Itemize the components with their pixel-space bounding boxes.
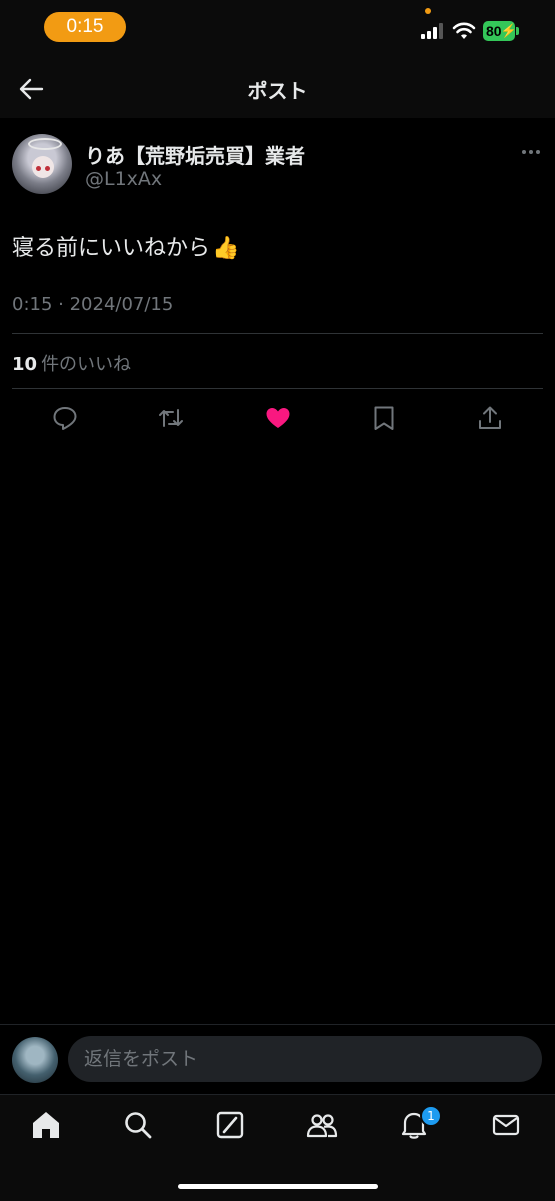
messages-icon [492,1114,520,1136]
author-handle[interactable]: @L1xAx [85,168,162,190]
post-body: 寝る前にいいねから [12,236,211,261]
nav-grok[interactable] [214,1109,246,1141]
author-display-name[interactable]: りあ【荒野垢売買】業者 [85,140,305,169]
header: ポスト [0,58,555,118]
battery-cap [516,27,519,35]
my-avatar[interactable] [12,1037,58,1083]
home-indicator[interactable] [178,1184,378,1189]
reply-icon [53,407,77,430]
search-icon [125,1112,152,1139]
post-timestamp[interactable]: 0:15 · 2024/07/15 [12,294,173,315]
likes-label: 件のいいね [41,354,132,375]
nav-home[interactable] [30,1109,62,1141]
privacy-indicator-dot [425,8,431,14]
like-button[interactable] [264,404,292,432]
author-avatar[interactable] [12,134,72,194]
reply-button[interactable] [51,404,79,432]
charging-icon: ⚡ [500,23,517,38]
nav-communities[interactable] [306,1109,338,1141]
repost-icon [159,409,183,427]
repost-button[interactable] [157,404,185,432]
status-time[interactable]: 0:15 [44,12,126,42]
like-icon [266,408,290,428]
battery-level: 80 [486,23,502,39]
post-text: 寝る前にいいねから👍 [12,230,239,262]
home-icon [33,1112,59,1138]
grok-icon [216,1111,244,1139]
battery-indicator: 80 ⚡ [483,21,517,41]
notifications-badge: 1 [420,1105,442,1127]
avatar-halo [28,138,62,150]
reply-input[interactable]: 返信をポスト [68,1036,542,1082]
nav-messages[interactable] [490,1109,522,1141]
avatar-eye [45,166,50,171]
status-bar: 0:15 80 ⚡ [0,0,555,58]
more-options-icon[interactable] [520,144,542,160]
likes-count: 10 [12,354,38,375]
divider [12,333,543,334]
nav-search[interactable] [122,1109,154,1141]
bookmark-icon [374,406,394,430]
wifi-icon [452,22,476,39]
bookmark-button[interactable] [370,404,398,432]
communities-icon [306,1114,338,1138]
page-title: ポスト [247,79,308,103]
share-button[interactable] [476,404,504,432]
thumbs-up-emoji: 👍 [212,236,240,261]
share-icon [479,406,501,429]
avatar-eye [36,166,41,171]
divider [12,388,543,389]
cellular-signal-icon [421,23,443,39]
reply-bar: 返信をポスト [0,1024,555,1095]
likes-summary[interactable]: 10 件のいいね [12,350,131,376]
